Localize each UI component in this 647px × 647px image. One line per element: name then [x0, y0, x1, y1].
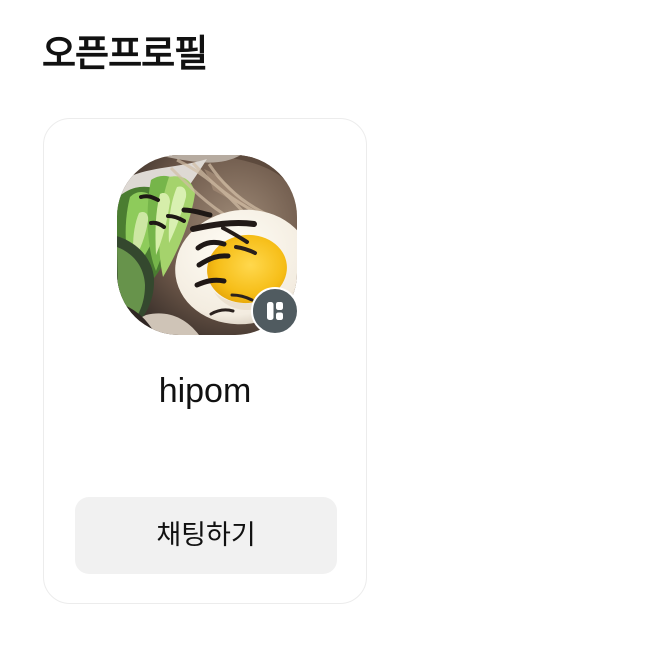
- avatar-container[interactable]: [117, 155, 299, 335]
- open-profile-page: 오픈프로필 hipom 채팅하기: [0, 0, 647, 647]
- profile-name: hipom: [158, 372, 252, 410]
- open-profile-badge-icon: [251, 287, 299, 335]
- page-title: 오픈프로필: [42, 32, 208, 75]
- chat-button[interactable]: 채팅하기: [75, 497, 337, 574]
- profile-card: hipom 채팅하기: [43, 118, 367, 604]
